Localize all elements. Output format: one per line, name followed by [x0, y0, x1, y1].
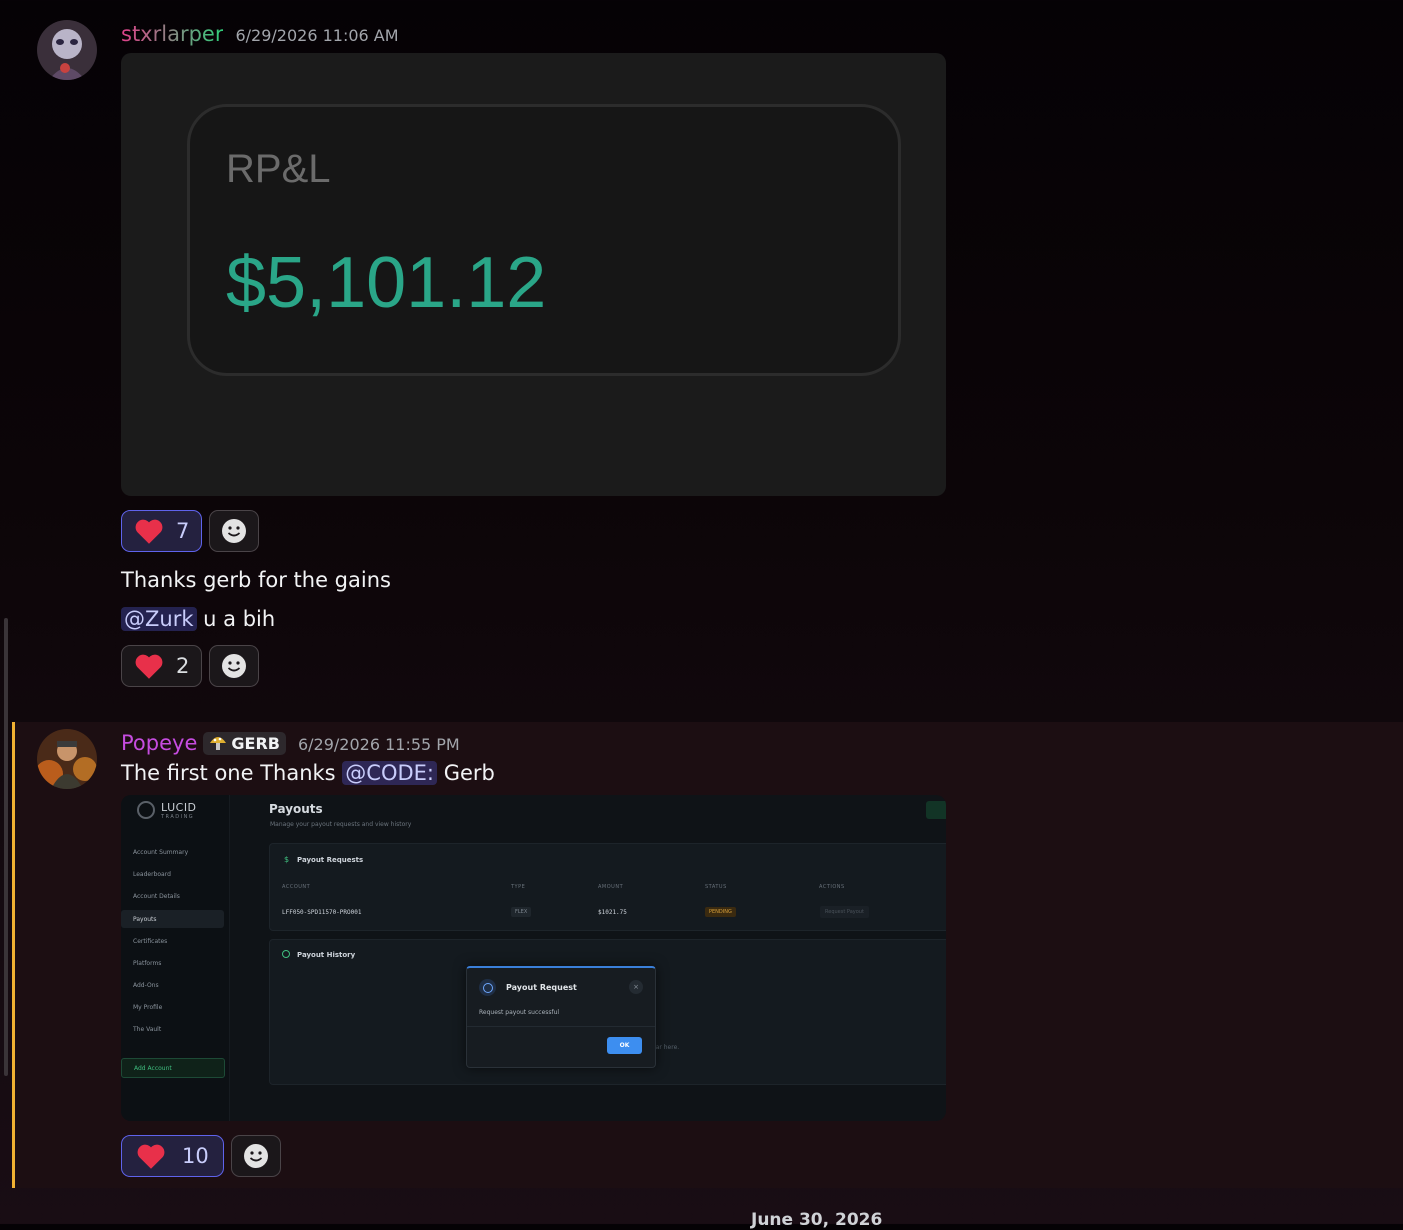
- reaction-bar: 2: [121, 645, 260, 687]
- reaction-count: 10: [182, 1144, 209, 1168]
- lucid-dollar-icon: $: [284, 855, 290, 864]
- message-text-rest: u a bih: [196, 607, 276, 631]
- lucid-top-button: [926, 801, 946, 819]
- smiley-icon: [222, 654, 247, 678]
- lucid-nav-item: Account Details: [133, 893, 180, 900]
- lucid-screenshot: LUCID TRADING Account Summary Leaderboar…: [121, 795, 946, 1121]
- lucid-nav-label: Payouts: [133, 915, 157, 923]
- lucid-requests-title: Payout Requests: [297, 856, 364, 864]
- lucid-close-icon: ×: [629, 980, 643, 994]
- avatar[interactable]: [37, 20, 97, 80]
- scrollbar[interactable]: [4, 618, 8, 1076]
- reaction-heart[interactable]: 10: [121, 1135, 224, 1177]
- message-text: Thanks gerb for the gains: [121, 568, 391, 592]
- lucid-cell-account: LFF050-SPD11570-PRO001: [282, 909, 362, 916]
- lucid-page-title: Payouts: [269, 802, 323, 816]
- heart-icon: [135, 654, 163, 679]
- smiley-icon: [222, 519, 247, 543]
- reaction-heart[interactable]: 7: [121, 510, 203, 552]
- badge-label: GERB: [231, 733, 280, 753]
- lucid-nav-item: Account Summary: [133, 849, 189, 856]
- role-mention[interactable]: @CODE:: [342, 761, 438, 785]
- pnl-value: $5,101.12: [226, 243, 547, 323]
- lucid-nav-item: Certificates: [133, 938, 168, 945]
- lucid-cell-status: PENDING: [705, 907, 736, 917]
- lucid-nav-item: Platforms: [133, 960, 162, 967]
- lucid-dialog-title: Payout Request: [506, 983, 577, 992]
- reaction-bar: 7: [121, 510, 260, 552]
- lucid-page-subtitle: Manage your payout requests and view his…: [270, 821, 412, 828]
- lucid-col-header: AMOUNT: [598, 884, 624, 890]
- lucid-col-header: TYPE: [511, 884, 526, 890]
- lucid-requests-card: $ Payout Requests ACCOUNT TYPE AMOUNT ST…: [269, 843, 946, 931]
- lucid-col-header: STATUS: [705, 884, 727, 890]
- message-text-pre: The first one Thanks: [121, 761, 343, 785]
- username[interactable]: Popeye: [121, 731, 197, 755]
- pnl-label: RP&L: [226, 147, 331, 191]
- reaction-heart[interactable]: 2: [121, 645, 203, 687]
- lucid-nav-item: Add-Ons: [133, 982, 159, 989]
- add-reaction-button[interactable]: [230, 1135, 281, 1177]
- lucid-cell-amount: $1021.75: [598, 909, 627, 916]
- lucid-sidebar: LUCID TRADING Account Summary Leaderboar…: [121, 795, 230, 1121]
- lucid-ok-button: OK: [607, 1037, 642, 1054]
- lucid-col-header: ACTIONS: [819, 884, 845, 890]
- reaction-count: 7: [176, 519, 190, 543]
- lucid-dialog: Payout Request × Request payout successf…: [466, 966, 656, 1068]
- lucid-nav-item-selected: Payouts: [121, 910, 224, 928]
- lucid-dialog-divider: [467, 1026, 655, 1027]
- lucid-add-account: Add Account: [121, 1058, 225, 1078]
- lucid-clock-icon: [282, 950, 290, 958]
- add-reaction-button[interactable]: [209, 510, 260, 552]
- user-mention[interactable]: @Zurk: [121, 607, 197, 631]
- role-badge[interactable]: GERB: [203, 731, 286, 755]
- lucid-logo-icon: [137, 801, 155, 819]
- heart-icon: [135, 519, 163, 544]
- reaction-bar: 10: [121, 1135, 281, 1177]
- lucid-add-account-label: Add Account: [134, 1064, 172, 1072]
- date-divider: June 30, 2026: [751, 1210, 883, 1230]
- username[interactable]: stxrlarper: [121, 22, 223, 46]
- lucid-col-header: ACCOUNT: [282, 884, 311, 890]
- lucid-history-empty: ear here.: [652, 1044, 680, 1051]
- lucid-cell-action: Request Payout: [820, 906, 869, 918]
- timestamp: 6/29/2026 11:06 AM: [235, 26, 399, 45]
- message-header: stxrlarper 6/29/2026 11:06 AM: [121, 22, 399, 46]
- add-reaction-button[interactable]: [209, 645, 260, 687]
- lucid-nav-item: My Profile: [133, 1004, 163, 1011]
- lucid-info-icon: [479, 979, 496, 996]
- lucid-nav-item: Leaderboard: [133, 871, 171, 878]
- lucid-dialog-message: Request payout successful: [479, 1009, 560, 1016]
- avatar[interactable]: [37, 729, 97, 789]
- timestamp: 6/29/2026 11:55 PM: [297, 735, 460, 754]
- pnl-card: RP&L $5,101.12: [187, 104, 901, 376]
- image-attachment[interactable]: LUCID TRADING Account Summary Leaderboar…: [121, 795, 946, 1121]
- lucid-cell-type: FLEX: [511, 907, 532, 917]
- lucid-brand: LUCID: [161, 801, 197, 814]
- lucid-brand-sub: TRADING: [161, 814, 195, 820]
- lucid-history-title: Payout History: [297, 951, 356, 959]
- message-text: @Zurk u a bih: [121, 607, 275, 631]
- smiley-icon: [243, 1144, 268, 1168]
- heart-icon: [137, 1144, 165, 1169]
- message-text-post: Gerb: [437, 761, 495, 785]
- message-header: Popeye GERB 6/29/2026 11:55 PM: [121, 731, 460, 755]
- lucid-nav-item: The Vault: [133, 1026, 162, 1033]
- reaction-count: 2: [176, 654, 190, 678]
- mushroom-icon: [210, 737, 227, 750]
- image-attachment[interactable]: RP&L $5,101.12: [121, 53, 946, 496]
- message-text: The first one Thanks @CODE: Gerb: [121, 761, 495, 785]
